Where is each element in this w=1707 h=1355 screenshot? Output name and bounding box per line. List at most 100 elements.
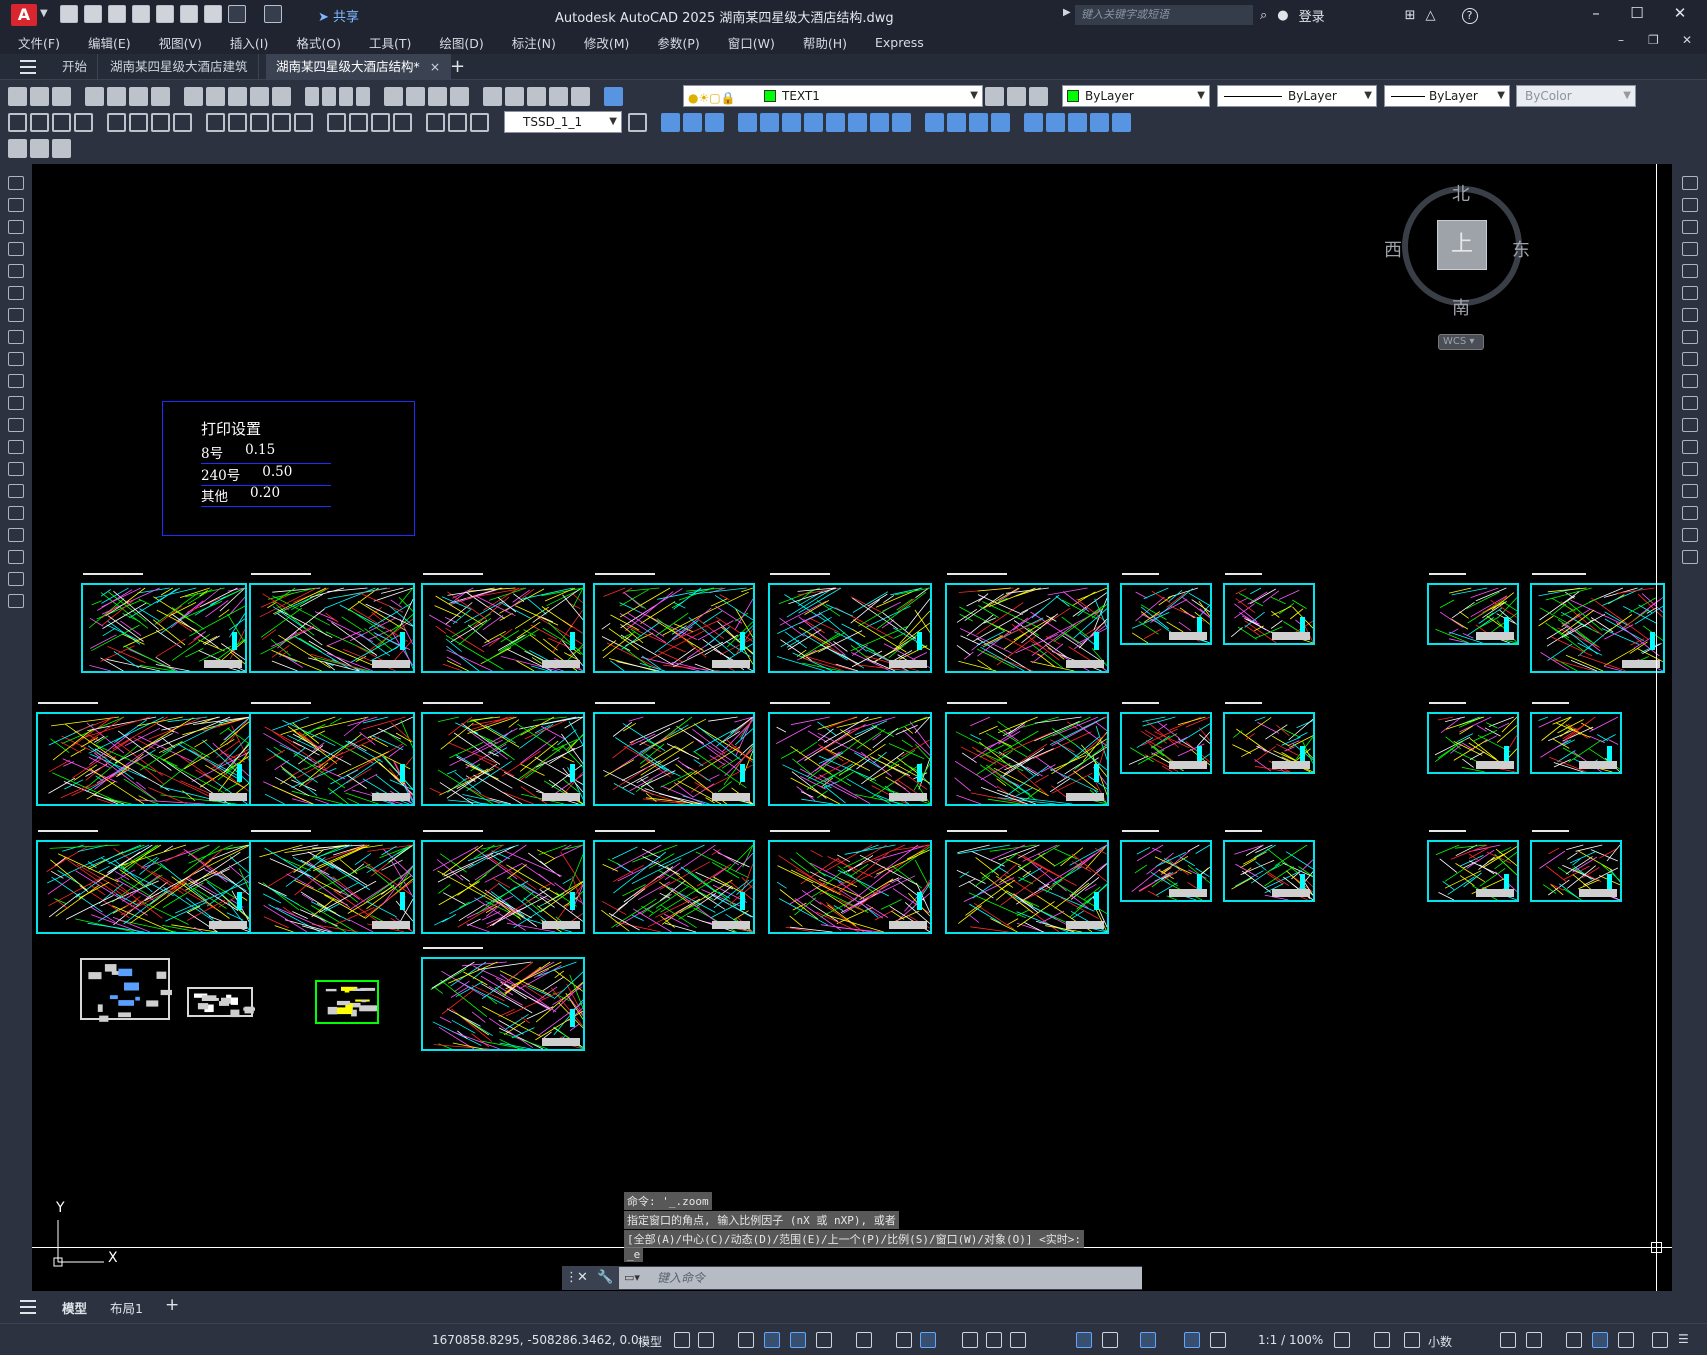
drawing-sheet[interactable] [1223, 712, 1315, 774]
viewcube-top-face[interactable]: 上 [1437, 220, 1487, 270]
publish-icon[interactable] [156, 5, 174, 23]
drawing-sheet[interactable] [593, 583, 755, 673]
close-icon[interactable]: × [430, 59, 440, 74]
offset-icon[interactable] [1682, 242, 1698, 256]
ortho-icon[interactable] [790, 1332, 806, 1348]
paste-icon[interactable] [228, 86, 247, 106]
menu-tools[interactable]: 工具(T) [369, 33, 411, 52]
add-layout-button[interactable]: + [165, 1295, 179, 1315]
viewcube-north[interactable]: 北 [1452, 180, 1470, 206]
rectangle-icon[interactable] [8, 264, 24, 278]
customize-icon[interactable]: 🔧 [597, 1270, 613, 1285]
dimension-space-icon[interactable] [272, 112, 291, 132]
send-hatches-back-icon[interactable] [826, 112, 845, 132]
hardware-acceleration-icon[interactable] [1592, 1332, 1608, 1348]
drawing-sheet[interactable] [421, 583, 585, 673]
layer-delete-icon[interactable] [52, 138, 71, 158]
login-label[interactable]: 登录 [1299, 6, 1325, 25]
match-properties-icon[interactable] [250, 86, 269, 106]
join-icon[interactable] [1682, 462, 1698, 476]
properties-icon[interactable] [483, 86, 502, 106]
inspection-icon[interactable] [371, 112, 390, 132]
plot-icon[interactable] [85, 86, 104, 106]
viewcube-west[interactable]: 西 [1384, 236, 1402, 262]
publish-3d-icon[interactable] [151, 86, 170, 106]
units-icon[interactable] [1404, 1332, 1420, 1348]
object-snap-icon[interactable] [920, 1332, 936, 1348]
tab-structure-drawing[interactable]: 湖南某四星级大酒店结构* × [266, 54, 452, 80]
isolate-objects-icon[interactable] [925, 112, 944, 132]
circle-icon[interactable] [8, 308, 24, 322]
annotation-visibility-icon[interactable] [1140, 1332, 1156, 1348]
publish-icon[interactable] [129, 86, 148, 106]
layer-state-icon[interactable] [1029, 86, 1048, 106]
ungroup-icon[interactable] [870, 112, 889, 132]
zoom-window-icon[interactable] [428, 86, 447, 106]
plot-icon[interactable] [204, 5, 222, 23]
linetype-dropdown[interactable]: ByLayer ▼ [1217, 85, 1377, 107]
redo-icon[interactable] [339, 86, 353, 106]
clean-screen-icon[interactable] [1618, 1332, 1634, 1348]
end-isolation-icon[interactable] [969, 112, 988, 132]
revision-cloud-icon[interactable] [8, 330, 24, 344]
drawing-sheet[interactable] [945, 712, 1109, 806]
add-selected-icon[interactable] [8, 594, 24, 608]
layer-properties-icon[interactable] [604, 86, 623, 106]
explode-icon[interactable] [1682, 550, 1698, 564]
copy-icon[interactable] [206, 86, 225, 106]
object-snap-tracking-icon[interactable] [896, 1332, 912, 1348]
cut-icon[interactable] [184, 86, 203, 106]
close-icon[interactable]: ✕ [577, 1270, 588, 1285]
undo-icon[interactable] [228, 5, 246, 23]
annotation-autoscale-icon[interactable] [1184, 1332, 1200, 1348]
drawing-sheet[interactable] [1427, 712, 1519, 774]
copy-object-icon[interactable] [1682, 198, 1698, 212]
ellipse-icon[interactable] [8, 374, 24, 388]
draw-order-front-icon[interactable] [661, 112, 680, 132]
viewcube-east[interactable]: 东 [1512, 236, 1530, 262]
copy-clip-icon[interactable] [1046, 112, 1065, 132]
fullscreen-icon[interactable] [1652, 1332, 1668, 1348]
jogged-dimension-icon[interactable] [129, 112, 148, 132]
tab-layout1[interactable]: 布局1 [110, 1298, 143, 1317]
menu-modify[interactable]: 修改(M) [584, 33, 630, 52]
doc-minimize-button[interactable]: – [1618, 33, 1624, 47]
dynamic-input-icon[interactable] [764, 1332, 780, 1348]
break-icon[interactable] [1682, 440, 1698, 454]
drawing-sheet[interactable] [1427, 840, 1519, 902]
export-icon[interactable] [180, 5, 198, 23]
user-icon[interactable]: ● [1277, 8, 1288, 23]
quick-properties-icon[interactable] [1500, 1332, 1516, 1348]
layout-menu-icon[interactable] [20, 1300, 36, 1314]
zoom-previous-icon[interactable] [450, 86, 469, 106]
close-button[interactable]: ✕ [1660, 4, 1700, 22]
make-current-layer-icon[interactable] [985, 86, 1004, 106]
explode-icon[interactable] [1068, 112, 1087, 132]
move-icon[interactable] [1682, 286, 1698, 300]
drawing-sheet[interactable] [81, 583, 247, 673]
isometric-icon[interactable] [856, 1332, 872, 1348]
viewcube-south[interactable]: 南 [1452, 294, 1470, 320]
command-prompt-icon[interactable]: ▭▾ [624, 1271, 640, 1284]
overkill-icon[interactable] [1090, 112, 1109, 132]
annotation-scale-value[interactable]: 1:1 / 100% [1258, 1333, 1323, 1347]
dimension-text-edit-icon[interactable] [448, 112, 467, 132]
draw-order-above-icon[interactable] [705, 112, 724, 132]
make-block-icon[interactable] [8, 440, 24, 454]
quick-dimension-icon[interactable] [206, 112, 225, 132]
drawing-sheet[interactable] [768, 583, 932, 673]
new-icon[interactable] [8, 86, 27, 106]
drawing-sheet[interactable] [36, 840, 252, 934]
drawing-sheet[interactable] [1530, 712, 1622, 774]
drawing-canvas[interactable]: 打印设置 8号 0.15 240号 0.50 其他 0.20 上 北 南 西 东… [32, 164, 1672, 1291]
drawing-sheet[interactable] [1223, 583, 1315, 645]
bring-text-front-icon[interactable] [738, 112, 757, 132]
drawing-sheet[interactable] [187, 987, 255, 1018]
group-edit-icon[interactable] [892, 112, 911, 132]
dimension-style-icon[interactable] [628, 112, 647, 132]
bring-dims-front-icon[interactable] [760, 112, 779, 132]
drawing-sheet[interactable] [768, 840, 932, 934]
dimension-update-icon[interactable] [470, 112, 489, 132]
layer-dropdown[interactable]: ●☀▢🔒 TEXT1 ▼ [683, 85, 983, 107]
add-selected-icon[interactable] [1024, 112, 1043, 132]
